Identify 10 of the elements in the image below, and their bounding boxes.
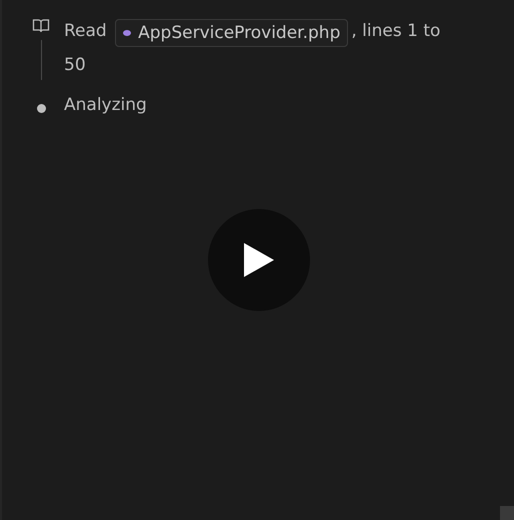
file-icon [123, 30, 132, 36]
status-label: Analyzing [64, 94, 148, 117]
line-range: , lines 1 to [351, 21, 440, 41]
read-label: Read [64, 21, 107, 41]
file-chip[interactable]: AppServiceProvider.php [115, 19, 348, 47]
line-range: 50 [64, 54, 86, 77]
scrollbar-corner [500, 506, 514, 520]
status-dot-icon [36, 104, 46, 113]
play-icon [242, 241, 276, 279]
book-icon [32, 18, 50, 34]
